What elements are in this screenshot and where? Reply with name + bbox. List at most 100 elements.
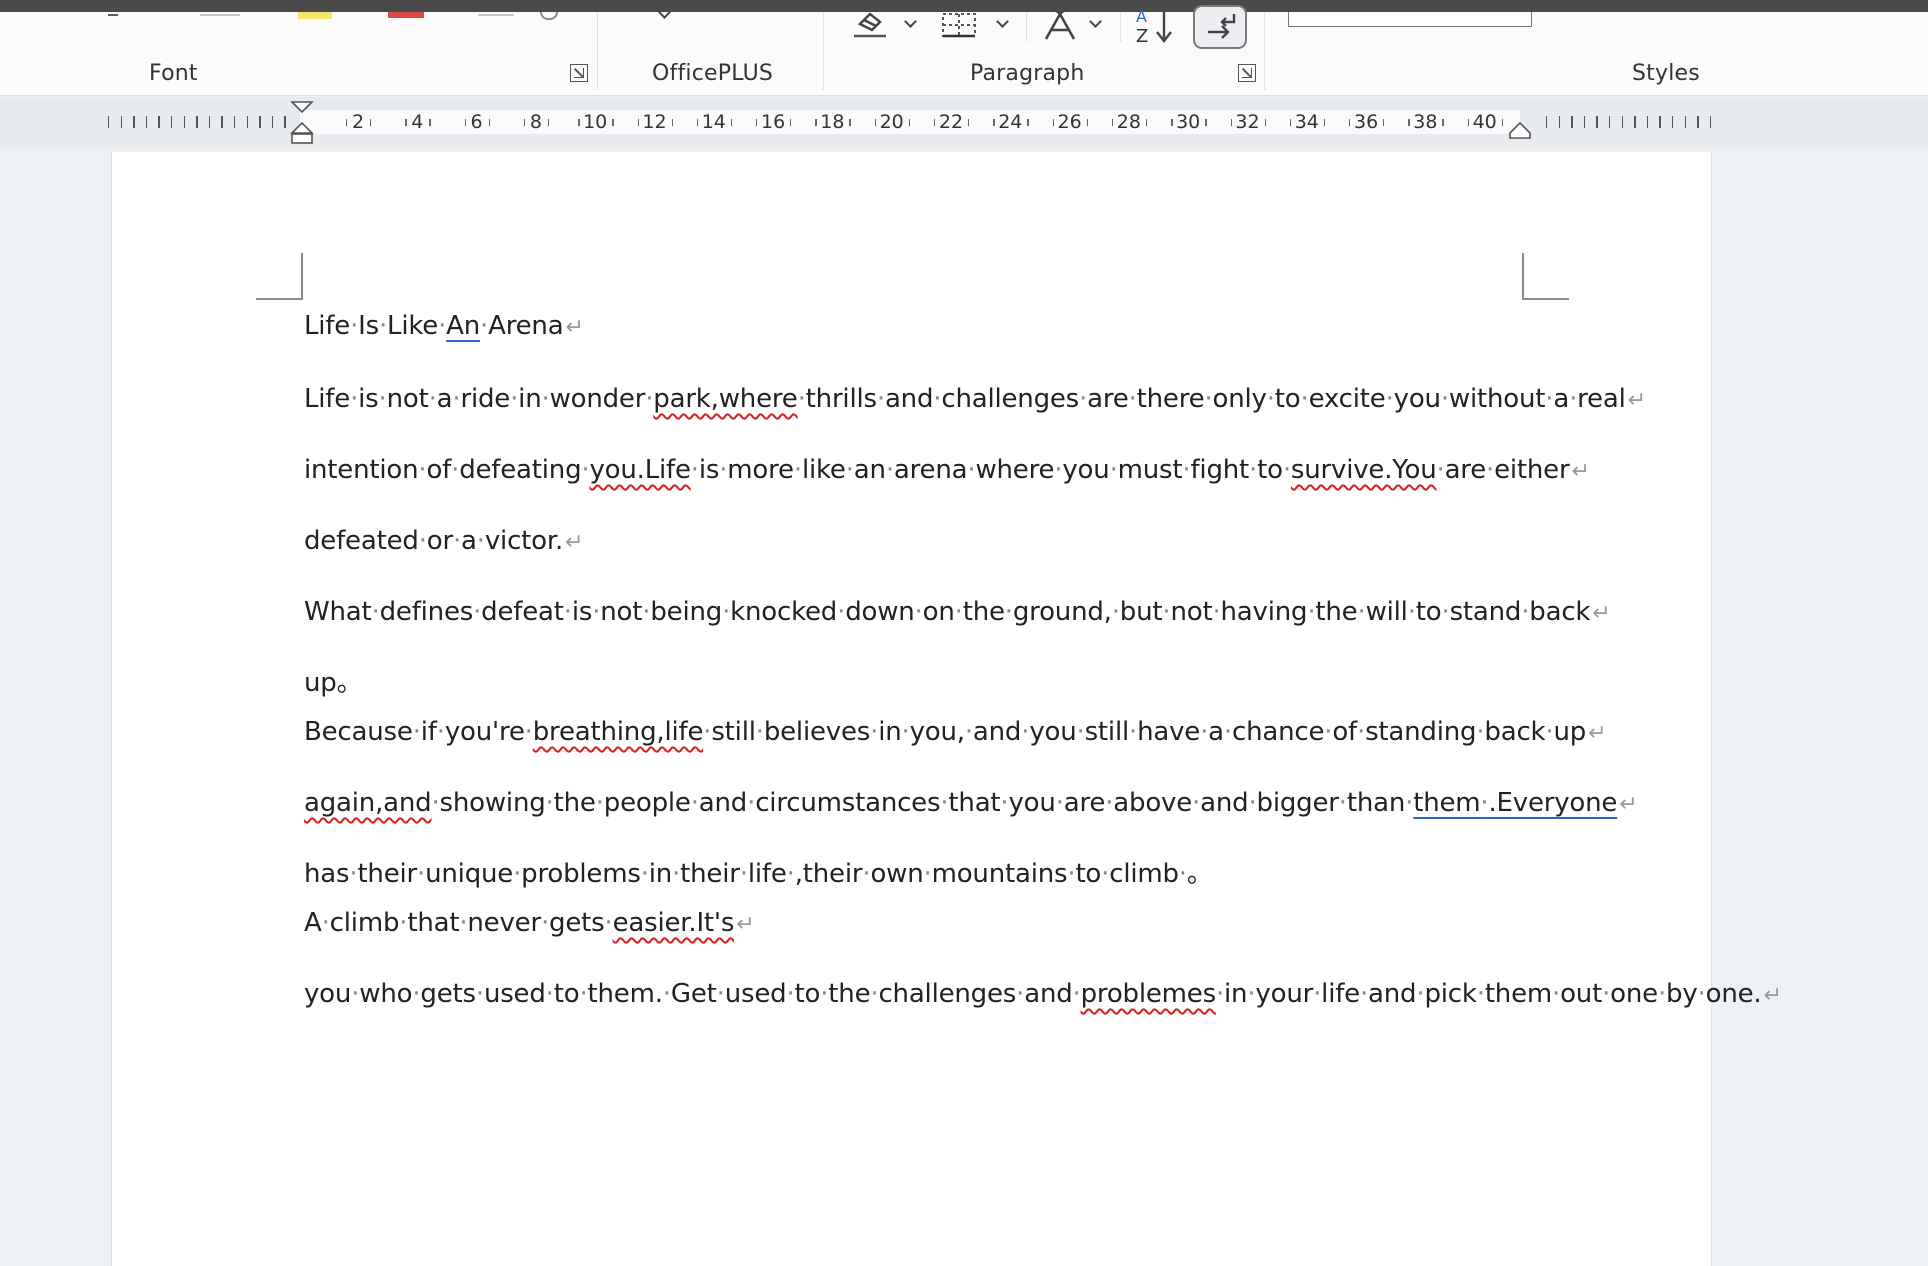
style-gallery-item[interactable] [1288,12,1532,27]
ruler-tick [523,119,526,126]
ruler-tick [429,119,431,126]
ruler-number: 10 [583,111,608,133]
font-dialog-launcher-icon[interactable] [570,64,588,82]
ruler-number: 34 [1294,111,1319,133]
ribbon-separator [1026,12,1027,42]
ruler-tick [1205,119,1207,126]
right-indent-marker-icon[interactable] [1508,121,1532,141]
officeplus-group-label[interactable]: OfficePLUS [652,61,773,86]
ruler-tick [1697,116,1699,128]
line-spacing-icon[interactable] [1038,6,1082,42]
char-border-icon[interactable] [540,12,558,20]
doc-paragraph[interactable]: again,and·showing·the·people·and·circums… [304,779,1638,829]
ruler-tick [1546,116,1548,128]
ruler-tick [1558,116,1560,128]
doc-paragraph[interactable]: defeated·or·a·victor.↵ [304,517,1534,567]
ruler-tick [1264,119,1266,126]
ruler-tick [259,116,261,128]
doc-title[interactable]: Life·Is·Like·An·Arena↵ [304,302,1534,352]
horizontal-ruler[interactable]: 2 4 6 8 10 12 14 16 18 20 22 24 26 28 30 32 34 36 38 40 [0,97,1928,147]
ruler-tick [1086,119,1088,126]
ruler-number: 16 [761,111,786,133]
ruler-number: 20 [879,111,904,133]
ruler-number: 24 [998,111,1023,133]
svg-text:Z: Z [1136,26,1148,46]
ruler-tick [730,119,733,126]
ruler-tick [1609,116,1611,128]
ruler-tick [221,116,223,128]
document-body[interactable]: Life·Is·Like·An·Arena↵ Life·is·not·a·rid… [304,302,1782,1041]
styles-group-label: Styles [1632,61,1700,86]
ruler-tick [993,119,995,126]
ruler-tick [1323,119,1326,126]
ribbon-separator [597,12,598,90]
ruler-tick [171,116,173,128]
ruler-tick [1383,119,1385,126]
ruler-tick [612,119,614,126]
paragraph-text: you·who·gets·used·to·them.·Get·used·to·t… [304,979,1782,1009]
doc-paragraph[interactable]: up。Because·if·you're·breathing,life·stil… [304,659,1607,758]
ruler-tick [145,116,148,128]
paragraph-mark-icon: ↵ [565,530,584,555]
ruler-tick [1621,116,1623,128]
paragraph-mark-icon: ↵ [1571,459,1590,484]
ruler-tick [346,119,348,126]
ruler-tick [370,119,372,126]
doc-paragraph[interactable]: has·their·unique·problems·in·their·life·… [304,850,1534,949]
ruler-number: 36 [1354,111,1379,133]
ruler-tick [547,119,550,126]
paragraph-mark-icon: ↵ [1763,983,1782,1008]
document-page[interactable]: Life·Is·Like·An·Arena↵ Life·is·not·a·rid… [111,152,1782,1266]
ruler-tick [1052,119,1054,126]
underline-icon[interactable] [108,12,118,16]
ruler-tick [1672,116,1674,128]
paragraph-text: What·defines·defeat·is·not·being·knocked… [304,597,1611,627]
ruler-tick [1408,119,1410,126]
ruler-tick [815,119,817,126]
ruler-tick [1659,116,1661,128]
borders-icon[interactable] [940,10,978,40]
paragraph-dialog-launcher-icon[interactable] [1238,64,1256,82]
ruler-tick [246,116,248,128]
ruler-tick [1027,119,1029,126]
shading-dropdown-chevron-icon[interactable] [904,15,917,28]
sort-icon[interactable]: A Z [1134,4,1178,46]
superscript-icon[interactable] [200,12,240,16]
ruler-tick [488,119,490,126]
doc-paragraph[interactable]: intention·of·defeating·you.Life·is·more·… [304,446,1590,496]
doc-paragraph[interactable]: Life·is·not·a·ride·in·wonder·park,where·… [304,375,1646,425]
ruler-tick [968,119,970,126]
ruler-tick [1684,116,1686,128]
ruler-tick [234,116,236,128]
ruler-tick [133,116,135,128]
shading-eraser-icon[interactable] [850,8,890,40]
ruler-tick [908,119,911,126]
paragraph-text: Life·is·not·a·ride·in·wonder·park,where·… [304,384,1646,414]
ruler-tick [1501,119,1504,126]
ruler-tick [1145,119,1148,126]
ruler-tick [208,116,211,128]
ruler-number: 2 [351,111,365,133]
ribbon: Font OfficePLUS A Z Paragraph Styles [0,5,1928,96]
ruler-number: 32 [1235,111,1260,133]
top-right-margin-mark [1522,253,1569,300]
ruler-tick [578,119,580,126]
ruler-number: 38 [1413,111,1438,133]
clear-format-icon[interactable] [478,12,514,16]
line-spacing-dropdown-chevron-icon[interactable] [1089,15,1102,28]
borders-dropdown-chevron-icon[interactable] [996,15,1009,28]
paragraph-text: defeated·or·a·victor.↵ [304,526,584,556]
ruler-tick [637,119,639,126]
ruler-tick [874,119,877,126]
doc-paragraph[interactable]: you·who·gets·used·to·them.·Get·used·to·t… [304,970,1782,1020]
show-formatting-marks-icon[interactable] [1192,4,1248,50]
highlight-color-icon[interactable] [298,12,332,19]
svg-text:A: A [1136,7,1147,26]
doc-paragraph[interactable]: What·defines·defeat·is·not·being·knocked… [304,588,1611,638]
ruler-tick [1171,119,1173,126]
ruler-number: 28 [1116,111,1141,133]
font-color-icon[interactable] [388,12,424,18]
left-indent-marker-icon[interactable] [290,100,314,146]
ruler-tick [1230,119,1232,126]
ruler-tick [405,119,407,126]
